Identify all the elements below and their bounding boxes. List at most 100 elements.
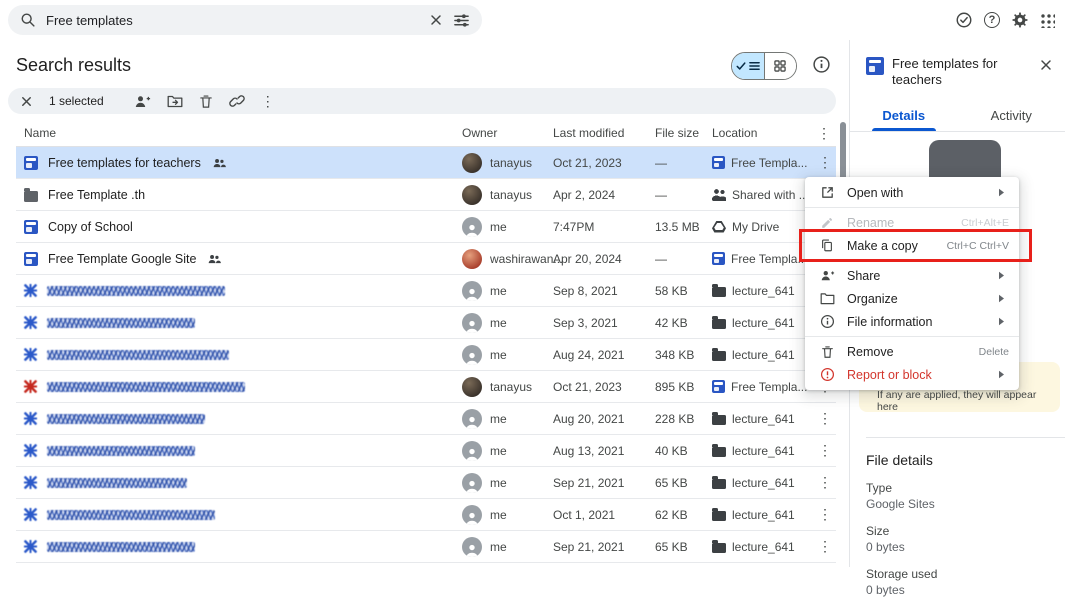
table-row[interactable]: me Aug 24, 2021 348 KB lecture_641	[16, 339, 836, 371]
table-row[interactable]: me Sep 3, 2021 42 KB lecture_641	[16, 307, 836, 339]
last-modified: Aug 20, 2021	[553, 403, 624, 434]
main-content: Search results 1 selected	[0, 40, 849, 567]
list-view-button[interactable]	[732, 53, 764, 79]
table-row[interactable]: Free Template Google Site washirawan... …	[16, 243, 836, 275]
table-row[interactable]: Free templates for teachers tanayus Oct …	[16, 147, 836, 179]
location-icon	[712, 479, 726, 489]
column-file-size[interactable]: File size	[655, 120, 699, 146]
menu-item-make-a-copy[interactable]: Make a copy Ctrl+C Ctrl+V	[805, 234, 1019, 257]
location-chip[interactable]: Free Templa...	[712, 243, 807, 274]
search-options-icon[interactable]	[453, 12, 470, 29]
file-type-icon	[24, 412, 37, 425]
last-modified: 7:47PM	[553, 211, 594, 242]
page-title: Search results	[16, 55, 131, 76]
location-chip[interactable]: Free Templa...	[712, 371, 807, 402]
clear-search-icon[interactable]	[429, 13, 443, 27]
location-chip[interactable]: lecture_641	[712, 339, 795, 370]
column-location[interactable]: Location	[712, 120, 757, 146]
location-chip[interactable]: lecture_641	[712, 531, 795, 562]
file-size: —	[655, 243, 667, 274]
table-row[interactable]: me Sep 21, 2021 65 KB lecture_641	[16, 467, 836, 499]
row-more-button[interactable]	[817, 435, 833, 466]
location-chip[interactable]: My Drive	[712, 211, 779, 242]
location-chip[interactable]: Shared with ...	[712, 179, 809, 210]
location-name: lecture_641	[732, 284, 795, 298]
location-name: Shared with ...	[732, 188, 809, 202]
table-row[interactable]: Free Template .th tanayus Apr 2, 2024 — …	[16, 179, 836, 211]
location-icon	[712, 511, 726, 521]
location-chip[interactable]: Free Templa...	[712, 147, 807, 178]
clear-selection-icon[interactable]	[20, 95, 33, 108]
location-chip[interactable]: lecture_641	[712, 307, 795, 338]
shared-people-icon	[208, 254, 221, 264]
table-row[interactable]: me Sep 21, 2021 65 KB lecture_641	[16, 531, 836, 563]
help-icon[interactable]	[984, 12, 1000, 28]
search-bar[interactable]	[8, 5, 482, 35]
menu-item-share[interactable]: Share	[805, 264, 1019, 287]
move-folder-icon[interactable]	[167, 94, 183, 108]
column-owner[interactable]: Owner	[462, 120, 497, 146]
row-more-button[interactable]	[817, 147, 833, 178]
row-more-button[interactable]	[817, 467, 833, 498]
search-input[interactable]	[46, 13, 419, 28]
table-row[interactable]: me Aug 13, 2021 40 KB lecture_641	[16, 435, 836, 467]
trash-icon[interactable]	[199, 94, 213, 109]
more-actions-icon[interactable]: ⋮	[261, 93, 275, 110]
menu-item-organize[interactable]: Organize	[805, 287, 1019, 310]
menu-item-file-information[interactable]: File information	[805, 310, 1019, 333]
location-chip[interactable]: lecture_641	[712, 403, 795, 434]
owner-cell: me	[462, 531, 507, 562]
row-more-button[interactable]	[817, 499, 833, 530]
table-row[interactable]: Copy of School me 7:47PM 13.5 MB My Driv…	[16, 211, 836, 243]
status-check-icon[interactable]	[955, 11, 973, 29]
owner-avatar	[462, 249, 482, 269]
close-panel-icon[interactable]	[1039, 56, 1053, 72]
settings-icon[interactable]	[1011, 11, 1029, 29]
row-more-button[interactable]	[817, 403, 833, 434]
location-chip[interactable]: lecture_641	[712, 275, 795, 306]
location-name: Free Templa...	[731, 156, 807, 170]
submenu-arrow-icon	[993, 314, 1009, 330]
details-info-button[interactable]	[812, 55, 831, 74]
owner-cell: washirawan...	[462, 243, 563, 274]
owner-avatar	[462, 153, 482, 173]
table-row[interactable]: tanayus Oct 21, 2023 895 KB Free Templa.…	[16, 371, 836, 403]
tab-activity[interactable]: Activity	[958, 100, 1065, 131]
file-name-cell	[24, 403, 205, 434]
file-size: 348 KB	[655, 339, 694, 370]
share-person-add-icon[interactable]	[134, 94, 151, 109]
location-name: lecture_641	[732, 348, 795, 362]
menu-item-open-with[interactable]: Open with	[805, 181, 1019, 204]
column-name[interactable]: Name	[24, 120, 56, 146]
menu-divider	[805, 336, 1019, 337]
file-size: 13.5 MB	[655, 211, 700, 242]
column-options-icon[interactable]: ⋮	[817, 120, 831, 146]
selection-count: 1 selected	[49, 94, 104, 108]
detail-label: Type	[866, 481, 1055, 495]
table-row[interactable]: me Aug 20, 2021 228 KB lecture_641	[16, 403, 836, 435]
grid-view-icon	[774, 60, 786, 72]
link-icon[interactable]	[229, 93, 245, 109]
location-icon	[712, 543, 726, 553]
file-size: 228 KB	[655, 403, 694, 434]
menu-item-remove[interactable]: Remove Delete	[805, 340, 1019, 363]
owner-name: me	[490, 316, 507, 330]
file-name-cell	[24, 499, 215, 530]
row-more-button[interactable]	[817, 531, 833, 562]
owner-name: me	[490, 476, 507, 490]
tab-details[interactable]: Details	[850, 100, 958, 131]
location-icon	[712, 380, 725, 393]
owner-avatar	[462, 537, 482, 557]
location-chip[interactable]: lecture_641	[712, 435, 795, 466]
table-row[interactable]: me Oct 1, 2021 62 KB lecture_641	[16, 499, 836, 531]
owner-name: me	[490, 284, 507, 298]
table-row[interactable]: me Sep 8, 2021 58 KB lecture_641	[16, 275, 836, 307]
apps-grid-icon[interactable]	[1040, 13, 1055, 28]
location-chip[interactable]: lecture_641	[712, 467, 795, 498]
file-name	[47, 382, 245, 392]
owner-cell: me	[462, 275, 507, 306]
column-last-modified[interactable]: Last modified	[553, 120, 624, 146]
menu-item-report-or-block[interactable]: Report or block	[805, 363, 1019, 386]
location-chip[interactable]: lecture_641	[712, 499, 795, 530]
grid-view-button[interactable]	[764, 53, 797, 79]
